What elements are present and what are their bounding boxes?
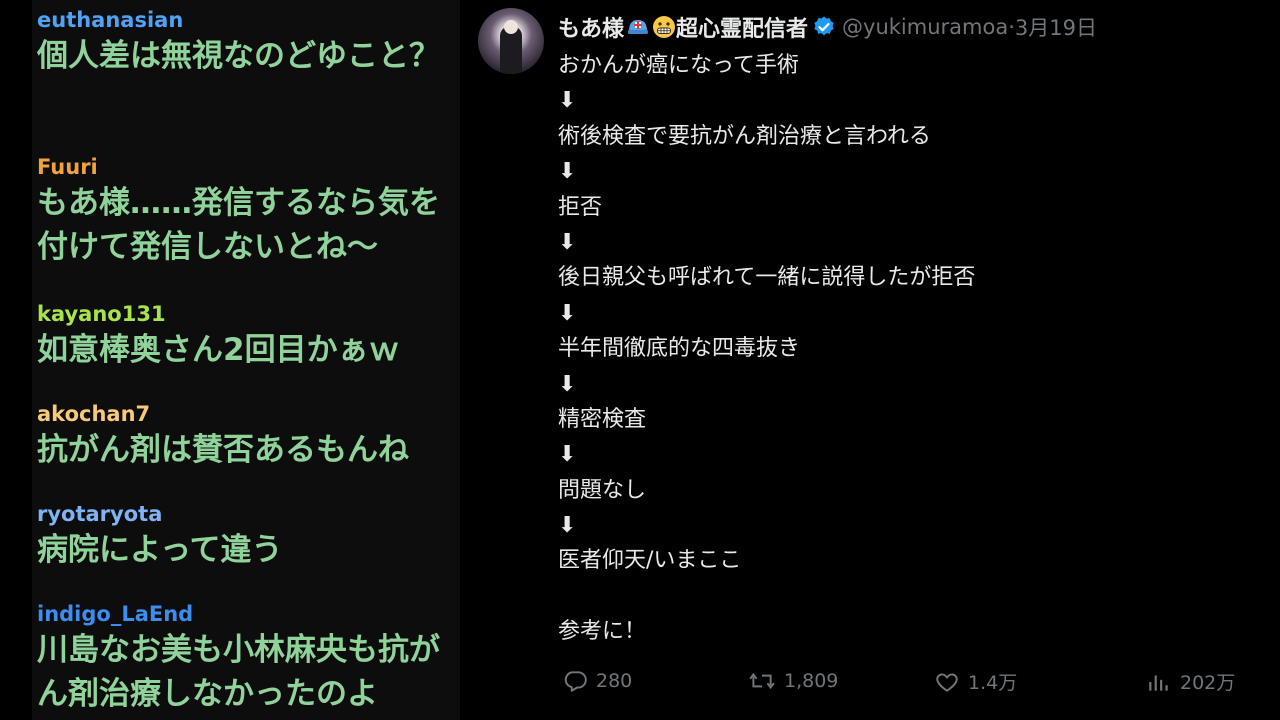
like-button[interactable]: 1.4万 bbox=[934, 668, 1017, 695]
tweet-actions: 280 1,809 1.4万 202万 bbox=[562, 668, 1252, 704]
grimacing-face-icon bbox=[652, 15, 676, 39]
tweet-line: おかんが癌になって手術 bbox=[558, 53, 799, 78]
comment-panel: euthanasian 個人差は無視なのどゆこと？ Fuuri もあ様……発信す… bbox=[32, 0, 460, 720]
retweet-icon bbox=[749, 672, 775, 690]
tweet-line: 術後検査で要抗がん剤治療と言われる bbox=[558, 123, 931, 149]
views-button[interactable]: 202万 bbox=[1146, 668, 1235, 695]
comment-text: 如意棒奥さん2回目かぁｗ bbox=[37, 332, 400, 368]
comment-username[interactable]: euthanasian bbox=[37, 6, 460, 34]
tweet-header: もあ様 超心霊配信者 @yukimuramoa · 3月19日 bbox=[558, 10, 1097, 44]
comment-username[interactable]: ryotaryota bbox=[37, 500, 460, 528]
tweet-line: 参考に！ bbox=[558, 619, 647, 645]
avatar[interactable] bbox=[478, 8, 544, 74]
comment-item: akochan7 抗がん剤は賛否あるもんね bbox=[37, 400, 460, 472]
reply-count: 280 bbox=[596, 670, 633, 692]
handle[interactable]: @yukimuramoa bbox=[842, 15, 1008, 39]
comment-text: 病院によって違う bbox=[37, 532, 283, 568]
down-arrow-icon: ⬇ bbox=[558, 371, 577, 397]
tweet-line: 後日親父も呼ばれて一緒に説得したが拒否 bbox=[558, 265, 976, 291]
tweet: もあ様 超心霊配信者 @yukimuramoa · 3月19日 おかんが癌になっ… bbox=[478, 0, 1258, 720]
views-icon bbox=[1149, 675, 1168, 691]
comment-item: ryotaryota 病院によって違う bbox=[37, 500, 460, 572]
comment-item: euthanasian 個人差は無視なのどゆこと？ bbox=[37, 6, 460, 78]
tweet-line: 問題なし bbox=[558, 477, 647, 503]
down-arrow-icon: ⬇ bbox=[558, 229, 577, 255]
tweet-line bbox=[558, 579, 1238, 614]
down-arrow-icon: ⬇ bbox=[558, 442, 577, 468]
comment-username[interactable]: Fuuri bbox=[37, 153, 460, 181]
comment-item: kayano131 如意棒奥さん2回目かぁｗ bbox=[37, 300, 460, 372]
tweet-body: おかんが癌になって手術 ⬇ 術後検査で要抗がん剤治療と言われる ⬇ 拒否 ⬇ 後… bbox=[558, 48, 1238, 650]
separator: · bbox=[1008, 15, 1015, 39]
comment-item: Fuuri もあ様……発信するなら気を付けて発信しないとね～ bbox=[37, 153, 460, 269]
comment-item: indigo_LaEnd 川島なお美も小林麻央も抗がん剤治療しなかったのよ bbox=[37, 600, 460, 716]
down-arrow-icon: ⬇ bbox=[558, 300, 577, 326]
heart-icon bbox=[936, 672, 958, 692]
down-arrow-icon: ⬇ bbox=[558, 513, 577, 539]
reply-icon bbox=[564, 671, 587, 692]
reply-button[interactable]: 280 bbox=[562, 668, 632, 694]
tweet-line: 拒否 bbox=[558, 194, 603, 220]
comment-username[interactable]: akochan7 bbox=[37, 400, 460, 428]
rescue-helmet-icon bbox=[626, 15, 650, 39]
comment-username[interactable]: kayano131 bbox=[37, 300, 460, 328]
tweet-line: 医者仰天/いまここ bbox=[558, 548, 742, 574]
tweet-line: 半年間徹底的な四毒抜き bbox=[558, 336, 801, 362]
tweet-date[interactable]: 3月19日 bbox=[1015, 12, 1097, 42]
verified-badge-icon bbox=[812, 15, 836, 39]
tweet-line: 精密検査 bbox=[558, 406, 647, 432]
down-arrow-icon: ⬇ bbox=[558, 159, 577, 185]
down-arrow-icon: ⬇ bbox=[558, 88, 577, 114]
comment-text: 個人差は無視なのどゆこと？ bbox=[37, 38, 440, 74]
retweet-button[interactable]: 1,809 bbox=[748, 668, 838, 694]
comment-text: 川島なお美も小林麻央も抗がん剤治療しなかったのよ bbox=[37, 632, 440, 712]
comment-text: もあ様……発信するなら気を付けて発信しないとね～ bbox=[37, 185, 440, 265]
retweet-count: 1,809 bbox=[784, 670, 839, 692]
comment-username[interactable]: indigo_LaEnd bbox=[37, 600, 460, 628]
display-name[interactable]: もあ様 bbox=[558, 11, 624, 43]
comment-text: 抗がん剤は賛否あるもんね bbox=[37, 432, 409, 468]
view-count: 202万 bbox=[1180, 672, 1236, 694]
display-name-suffix[interactable]: 超心霊配信者 bbox=[676, 11, 808, 43]
like-count: 1.4万 bbox=[968, 672, 1018, 694]
